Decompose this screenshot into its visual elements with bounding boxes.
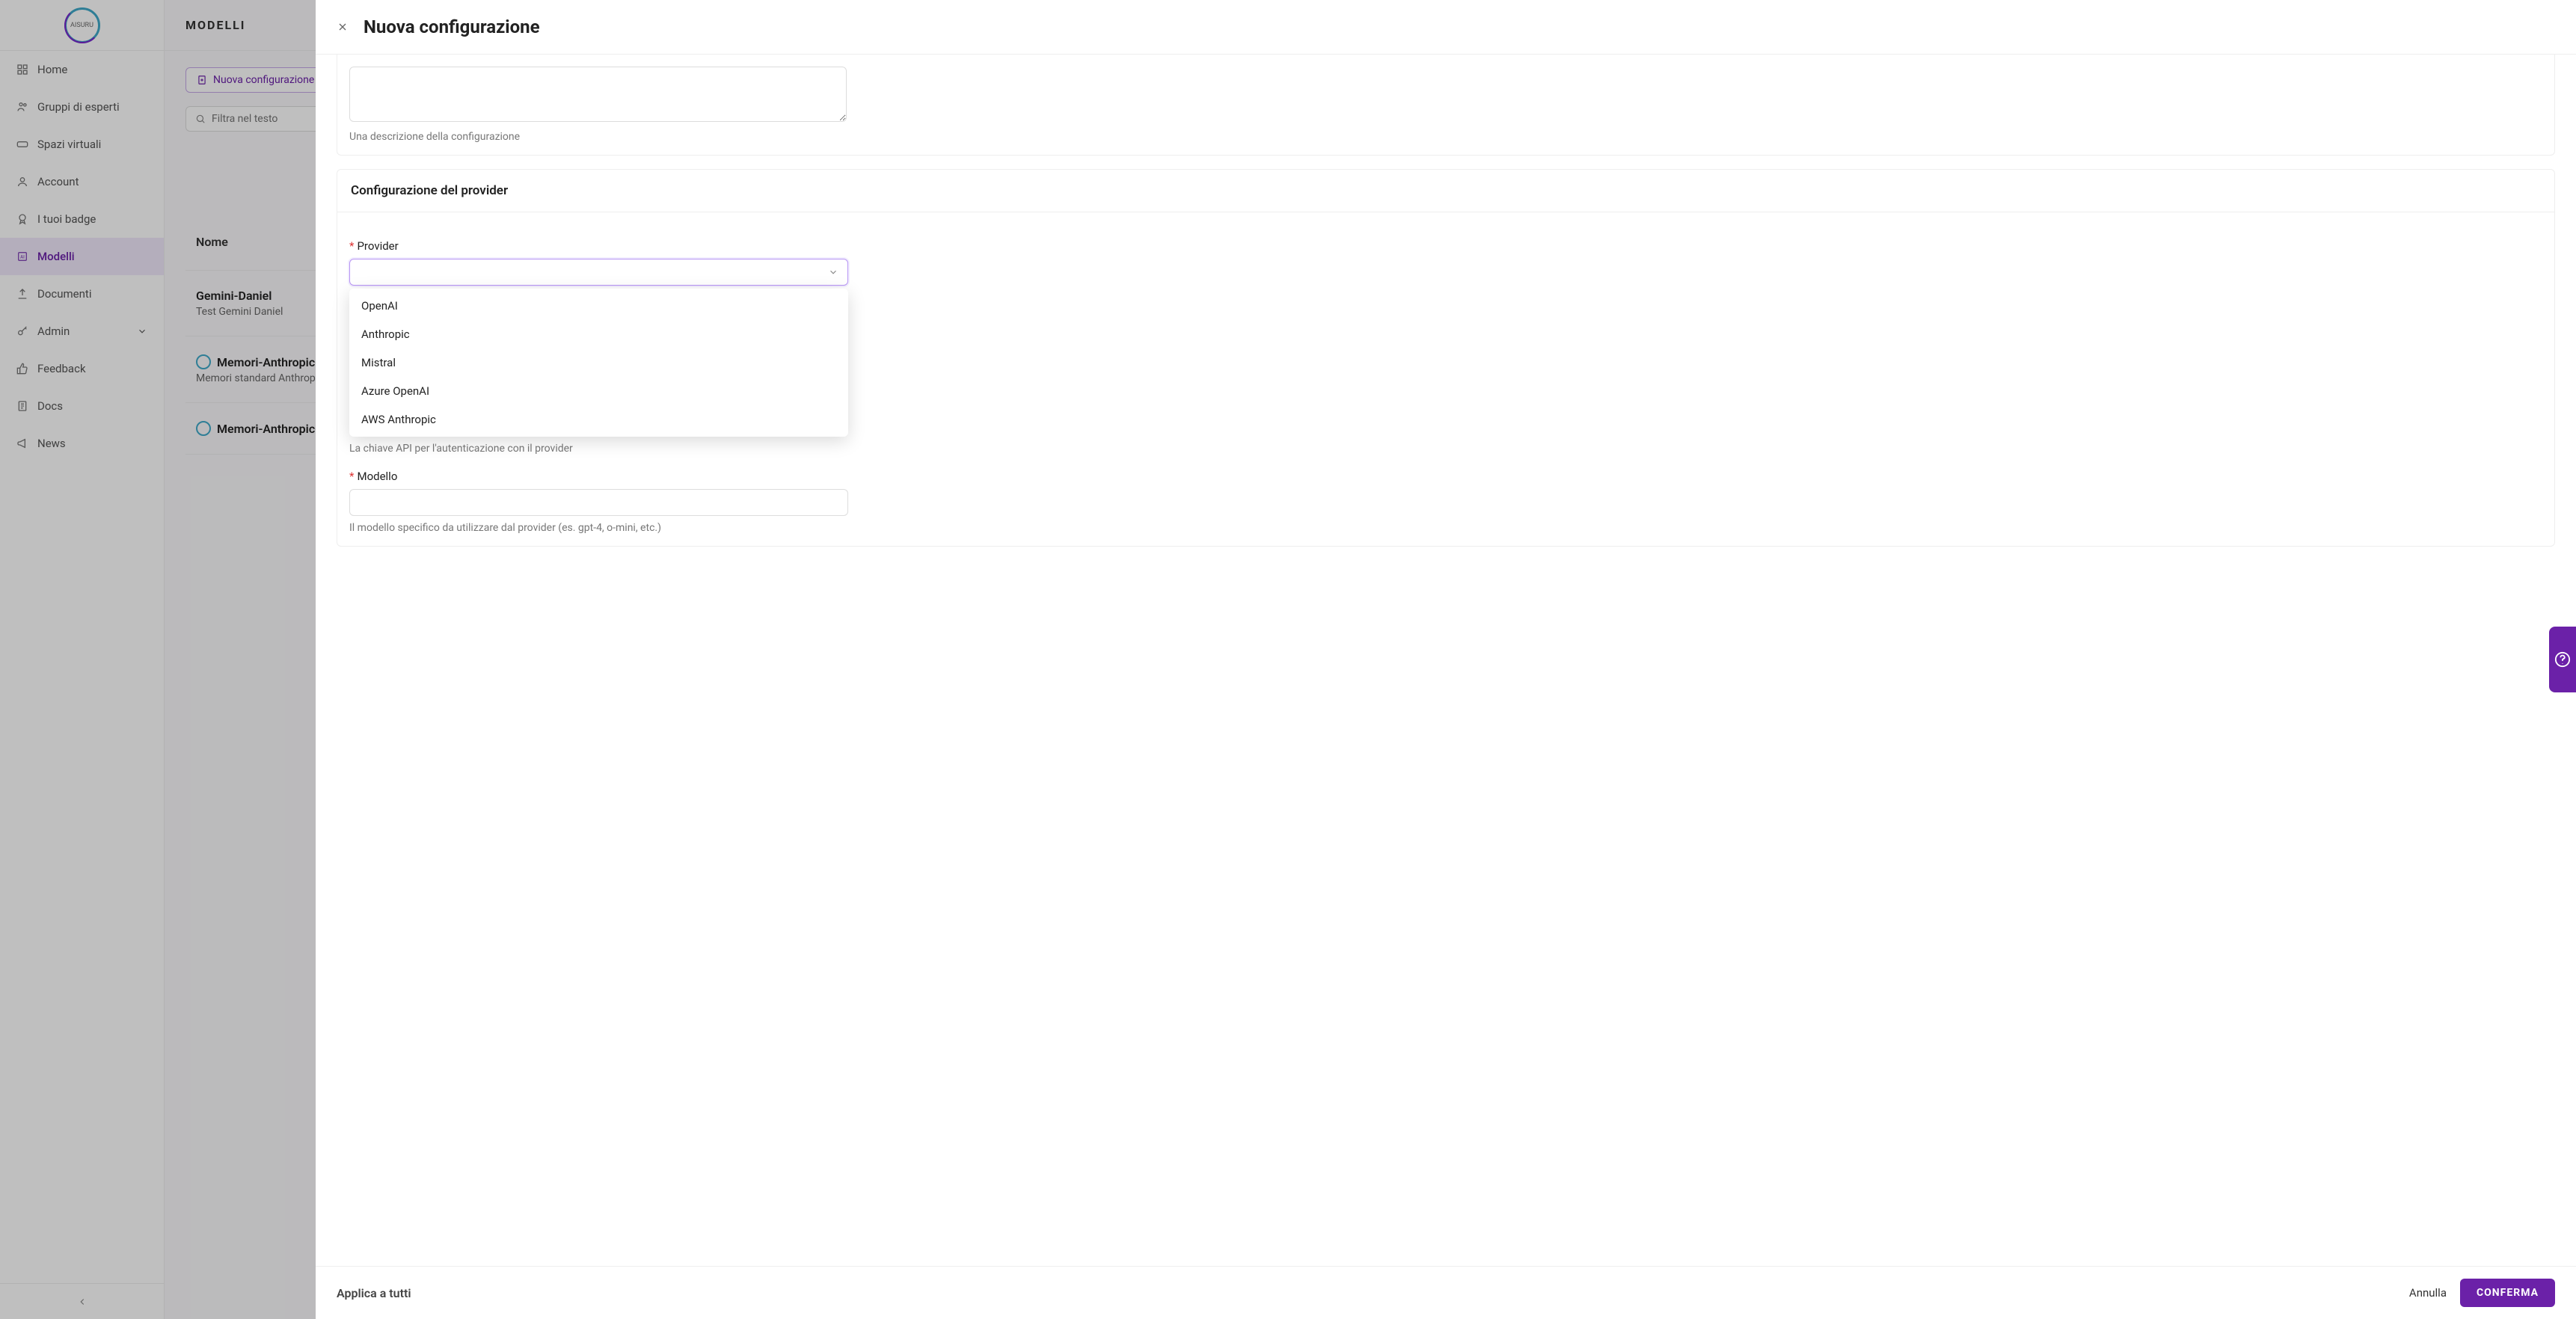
new-configuration-modal: Nuova configurazione Una descrizione del… bbox=[316, 0, 2576, 1319]
model-label: *Modello bbox=[349, 470, 2542, 483]
modal-title: Nuova configurazione bbox=[364, 16, 540, 37]
description-textarea[interactable] bbox=[349, 67, 847, 122]
chevron-down-icon bbox=[828, 267, 838, 277]
provider-option-aws-anthropic[interactable]: AWS Anthropic bbox=[349, 405, 848, 434]
provider-option-openai[interactable]: OpenAI bbox=[349, 292, 848, 320]
provider-option-anthropic[interactable]: Anthropic bbox=[349, 320, 848, 348]
apikey-helper: La chiave API per l'autenticazione con i… bbox=[349, 443, 2542, 455]
help-icon bbox=[2554, 651, 2571, 668]
apply-all-label: Applica a tutti bbox=[337, 1286, 411, 1300]
model-input[interactable] bbox=[349, 489, 848, 516]
provider-select[interactable] bbox=[349, 259, 848, 286]
modal-header: Nuova configurazione bbox=[316, 0, 2576, 55]
cancel-button[interactable]: Annulla bbox=[2396, 1279, 2460, 1307]
close-icon bbox=[337, 21, 349, 33]
confirm-button[interactable]: CONFERMA bbox=[2460, 1279, 2555, 1307]
provider-section-title: Configurazione del provider bbox=[337, 170, 2554, 212]
model-helper: Il modello specifico da utilizzare dal p… bbox=[349, 522, 2542, 534]
provider-option-azure-openai[interactable]: Azure OpenAI bbox=[349, 377, 848, 405]
provider-option-mistral[interactable]: Mistral bbox=[349, 348, 848, 377]
modal-close-button[interactable] bbox=[337, 21, 349, 33]
description-helper: Una descrizione della configurazione bbox=[349, 131, 2542, 143]
help-button[interactable] bbox=[2549, 627, 2576, 692]
provider-dropdown: OpenAI Anthropic Mistral Azure OpenAI AW… bbox=[349, 289, 848, 437]
modal-footer: Applica a tutti Annulla CONFERMA bbox=[316, 1266, 2576, 1319]
provider-label: *Provider bbox=[349, 239, 2542, 253]
